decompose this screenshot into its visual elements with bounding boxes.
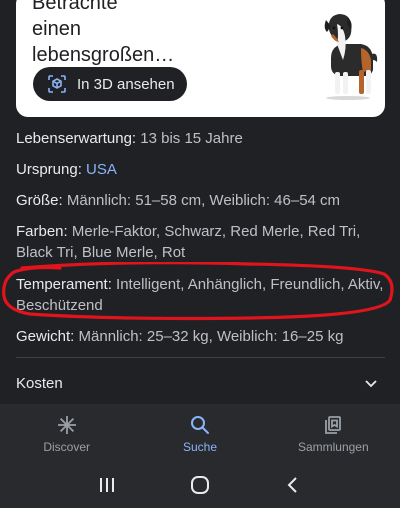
fact-value: Männlich: 51–58 cm, Weiblich: 46–54 cm (66, 192, 341, 209)
system-navigation-bar (0, 462, 400, 508)
nav-sammlungen-label: Sammlungen (297, 440, 369, 454)
view-in-3d-label: In 3D ansehen (77, 75, 175, 93)
collections-icon (322, 414, 344, 436)
nav-suche-label: Suche (182, 440, 217, 454)
nav-discover-label: Discover (43, 440, 90, 454)
recent-apps-icon[interactable] (96, 474, 118, 496)
fact-lebenserwartung: Lebenserwartung: 13 bis 15 Jahre (16, 128, 388, 149)
view-3d-card[interactable]: Betrachte einen lebensgroßen… In 3D anse… (16, 0, 385, 117)
fact-value-link[interactable]: USA (86, 161, 117, 178)
search-icon (189, 414, 211, 436)
card-title: Betrachte einen lebensgroßen… (32, 0, 175, 66)
fact-key: Gewicht: (16, 328, 75, 345)
bottom-navigation: Discover Suche Sammlungen (0, 404, 400, 462)
fact-value: Männlich: 25–32 kg, Weiblich: 16–25 kg (78, 328, 344, 345)
nav-discover[interactable]: Discover (0, 404, 133, 462)
fact-gewicht: Gewicht: Männlich: 25–32 kg, Weiblich: 1… (16, 326, 388, 347)
fact-temperament: Temperament: Intelligent, Anhänglich, Fr… (16, 274, 388, 316)
fact-farben: Farben: Merle-Faktor, Schwarz, Red Merle… (16, 221, 388, 263)
divider (16, 357, 385, 358)
fact-value: Merle-Faktor, Schwarz, Red Merle, Red Tr… (16, 223, 361, 261)
sparkle-icon (56, 414, 78, 436)
fact-key: Lebenserwartung: (16, 130, 137, 147)
kosten-label: Kosten (16, 374, 63, 392)
view-in-3d-button[interactable]: In 3D ansehen (33, 67, 187, 101)
nav-suche[interactable]: Suche (133, 404, 266, 462)
fact-key: Temperament: (16, 276, 112, 293)
fact-key: Ursprung: (16, 161, 82, 178)
fact-groesse: Größe: Männlich: 51–58 cm, Weiblich: 46–… (16, 190, 388, 211)
nav-sammlungen[interactable]: Sammlungen (267, 404, 400, 462)
fact-key: Farben: (16, 223, 68, 240)
fact-ursprung: Ursprung: USA (16, 159, 388, 180)
fact-value: 13 bis 15 Jahre (140, 130, 243, 147)
3d-cube-icon (47, 74, 67, 94)
chevron-down-icon (363, 375, 379, 391)
fact-key: Größe: (16, 192, 63, 209)
back-icon[interactable] (282, 474, 304, 496)
kosten-expander[interactable]: Kosten (16, 372, 385, 394)
dog-3d-preview-image (324, 14, 378, 100)
home-icon[interactable] (189, 474, 211, 496)
